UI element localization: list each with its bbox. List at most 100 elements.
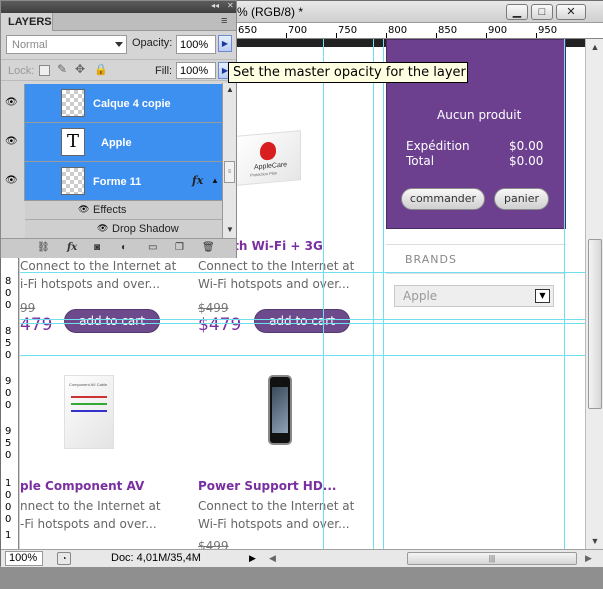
tab-layers[interactable]: LAYERS	[1, 13, 53, 31]
lock-all-icon[interactable]: 🔒	[94, 63, 108, 76]
panel-header[interactable]: ◂◂ ✕	[1, 1, 236, 13]
trash-icon[interactable]: 🗑	[202, 242, 215, 253]
basket-button[interactable]: panier	[494, 188, 549, 210]
layer-row-apple[interactable]: 👁 T Apple	[1, 123, 222, 162]
applecare-product-image[interactable]: AppleCare Protection Plan	[236, 130, 301, 186]
panel-menu-icon[interactable]: ≡	[221, 15, 227, 27]
product-title[interactable]: ith Wi-Fi + 3G	[229, 239, 323, 253]
lock-label: Lock:	[8, 65, 35, 77]
product-desc: Wi-Fi hotspots and over...	[198, 517, 350, 531]
guide-vertical[interactable]	[323, 39, 324, 549]
blend-mode-value: Normal	[12, 39, 48, 51]
ruler-horizontal[interactable]: 650 700 750 800 850 900 950	[231, 23, 603, 39]
eye-icon[interactable]: 👁	[5, 97, 19, 108]
link-layers-icon[interactable]: ⛓	[37, 242, 50, 253]
adjustment-layer-icon[interactable]: ◐	[121, 242, 127, 253]
lock-move-icon[interactable]: ✥	[75, 62, 85, 76]
guide-vertical[interactable]	[383, 39, 384, 549]
scroll-left-icon[interactable]: ◀	[269, 553, 276, 564]
chevron-down-icon[interactable]: ▼	[535, 289, 550, 303]
visibility-cell[interactable]: 👁	[1, 84, 25, 123]
ruler-vertical[interactable]: 8 0 0 8 5 0 9 0 0 9 5 0 1 0 0 0 1	[1, 239, 19, 549]
maximize-button[interactable]: □	[531, 4, 553, 20]
product-title[interactable]: ple Component AV	[20, 479, 144, 493]
layer-thumbnail	[61, 167, 85, 195]
lock-transparent-icon[interactable]	[39, 65, 50, 76]
fill-label: Fill:	[155, 65, 173, 77]
scroll-down-icon[interactable]: ▼	[587, 533, 603, 549]
eye-icon[interactable]: 👁	[97, 223, 108, 234]
eye-icon[interactable]: 👁	[5, 136, 19, 147]
fill-input[interactable]: 100%	[176, 62, 216, 79]
new-group-icon[interactable]: ▭	[148, 242, 157, 253]
new-layer-icon[interactable]: ❐	[175, 242, 184, 253]
cable-line	[71, 403, 107, 405]
visibility-cell[interactable]: 👁	[1, 162, 25, 201]
brand-select[interactable]: Apple ▼	[394, 285, 554, 307]
text-layer-thumbnail: T	[61, 128, 85, 156]
status-arrow-icon[interactable]: ▶	[249, 553, 256, 564]
apple-logo-icon	[260, 141, 276, 161]
guide-horizontal[interactable]	[20, 355, 585, 356]
close-button[interactable]: ✕	[556, 4, 586, 20]
add-style-icon[interactable]: fx	[67, 242, 77, 253]
layer-name[interactable]: Forme 11	[93, 176, 141, 188]
document-title: % (RGB/8) *	[237, 5, 304, 19]
guide-vertical[interactable]	[564, 39, 565, 549]
eye-icon[interactable]: 👁	[78, 204, 89, 215]
vertical-scrollbar[interactable]: ▲ ▼	[585, 39, 603, 549]
scroll-right-icon[interactable]: ▶	[585, 553, 592, 564]
effect-item-row[interactable]: 👁 Drop Shadow	[25, 220, 222, 238]
guide-horizontal[interactable]	[20, 272, 585, 273]
eye-icon[interactable]: 👁	[5, 175, 19, 186]
cart-shipping-label: Expédition	[406, 139, 470, 153]
opacity-slider-button[interactable]: ▶	[218, 35, 232, 52]
layer-row-calque-4-copie[interactable]: 👁 Calque 4 copie	[1, 84, 222, 123]
order-button[interactable]: commander	[401, 188, 485, 210]
ruler-label: 900	[488, 25, 508, 36]
iphone-product-image[interactable]	[268, 375, 292, 445]
effects-row[interactable]: 👁 Effects	[25, 201, 222, 220]
old-price: $499	[198, 539, 229, 549]
ruler-label: 0	[5, 350, 12, 361]
opacity-input[interactable]: 100%	[176, 35, 216, 54]
blend-mode-select[interactable]: Normal	[6, 35, 127, 54]
zoom-field[interactable]: 100%	[5, 551, 43, 566]
guide-vertical[interactable]	[373, 39, 374, 549]
iphone-screen	[272, 387, 288, 433]
cable-line	[71, 396, 107, 398]
ruler-label: 1	[5, 530, 12, 541]
visibility-cell[interactable]: 👁	[1, 123, 25, 162]
scrollbar-thumb[interactable]: ≡	[224, 161, 235, 183]
add-to-cart-button[interactable]: add to cart	[254, 309, 350, 333]
product-title[interactable]: Power Support HD...	[198, 479, 336, 493]
add-mask-icon[interactable]: ◙	[94, 242, 100, 253]
applecare-sub: Protection Plan	[250, 170, 278, 178]
layer-row-forme-11[interactable]: 👁 Forme 11 fx ▲	[1, 162, 222, 201]
status-menu-icon[interactable]: ◔	[57, 552, 71, 565]
cable-line	[71, 410, 107, 412]
scrollbar-thumb[interactable]	[588, 239, 602, 409]
add-to-cart-button[interactable]: add to cart	[64, 309, 160, 333]
lock-brush-icon[interactable]: ✎	[57, 62, 67, 76]
fx-icon[interactable]: fx	[192, 174, 203, 187]
horizontal-scroll-thumb[interactable]: |||	[407, 552, 577, 565]
minimize-button[interactable]: ▁	[506, 4, 528, 20]
cart-shipping-value: $0.00	[509, 139, 544, 153]
component-av-image[interactable]: Component AV Cable	[64, 375, 114, 449]
ruler-label: 0	[5, 388, 12, 399]
guide-horizontal[interactable]	[20, 319, 585, 320]
scroll-up-icon[interactable]: ▲	[226, 85, 234, 94]
expand-effects-icon[interactable]: ▲	[211, 176, 219, 185]
layer-name[interactable]: Apple	[101, 137, 132, 149]
layers-scrollbar[interactable]: ▲ ≡ ▼	[222, 83, 236, 238]
product-desc: Wi-Fi hotspots and over...	[198, 277, 350, 291]
guide-horizontal[interactable]	[20, 323, 585, 324]
layer-name[interactable]: Calque 4 copie	[93, 98, 171, 110]
close-panel-icon[interactable]: ✕	[227, 1, 234, 10]
scroll-down-icon[interactable]: ▼	[226, 225, 234, 234]
collapse-icon[interactable]: ◂◂	[211, 1, 219, 10]
ruler-label: 5	[5, 438, 12, 449]
scroll-up-icon[interactable]: ▲	[587, 39, 603, 55]
price: $479	[198, 315, 242, 335]
